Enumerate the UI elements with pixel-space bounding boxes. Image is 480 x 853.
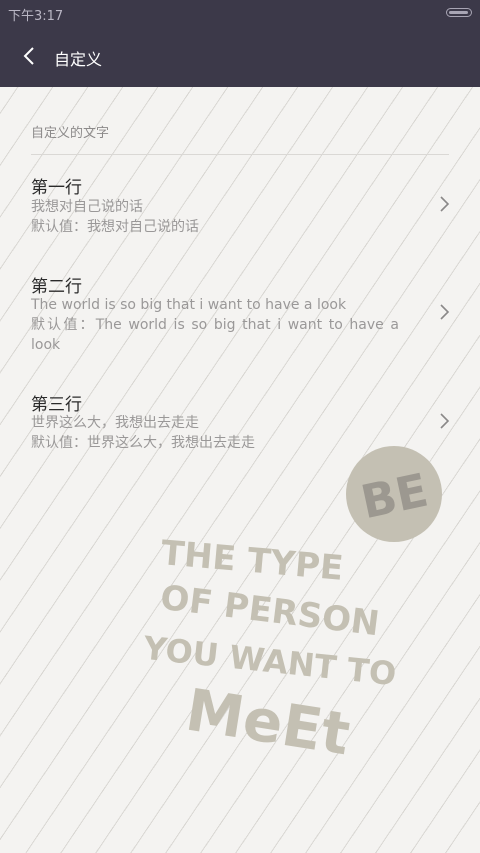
quote-illustration: BE THE TYPE OF PERSON YOU WANT TO MeEt [141, 446, 442, 769]
row-title: 第一行 [31, 178, 82, 198]
quote-line-4: MeEt [181, 676, 354, 769]
setting-row-line-1[interactable]: 第一行 我想对自己说的话 默认值：我想对自己说的话 [0, 173, 480, 239]
back-arrow-icon [23, 47, 34, 65]
battery-icon [446, 8, 472, 17]
row-value: 我想对自己说的话 [31, 199, 143, 215]
chevron-right-icon [440, 196, 450, 212]
row-title: 第三行 [31, 395, 82, 415]
chevron-right-icon [440, 304, 450, 320]
chevron-right-icon [440, 413, 450, 429]
row-value: 世界这么大，我想出去走走 [31, 415, 199, 431]
row-title: 第二行 [31, 277, 82, 297]
row-value: The world is so big that i want to have … [31, 297, 347, 313]
section-header: 自定义的文字 [31, 126, 110, 141]
battery-level [449, 10, 468, 14]
status-time: 下午3:17 [8, 9, 64, 24]
app-bar: 自定义 [0, 26, 480, 87]
back-button[interactable] [14, 40, 46, 72]
divider [31, 154, 449, 155]
row-default: 默认值：The world is so big that i want to h… [31, 317, 399, 353]
setting-row-line-2[interactable]: 第二行 The world is so big that i want to h… [0, 272, 480, 356]
row-default: 默认值：我想对自己说的话 [31, 219, 199, 235]
page-title: 自定义 [54, 50, 103, 69]
status-bar: 下午3:17 [0, 0, 480, 26]
